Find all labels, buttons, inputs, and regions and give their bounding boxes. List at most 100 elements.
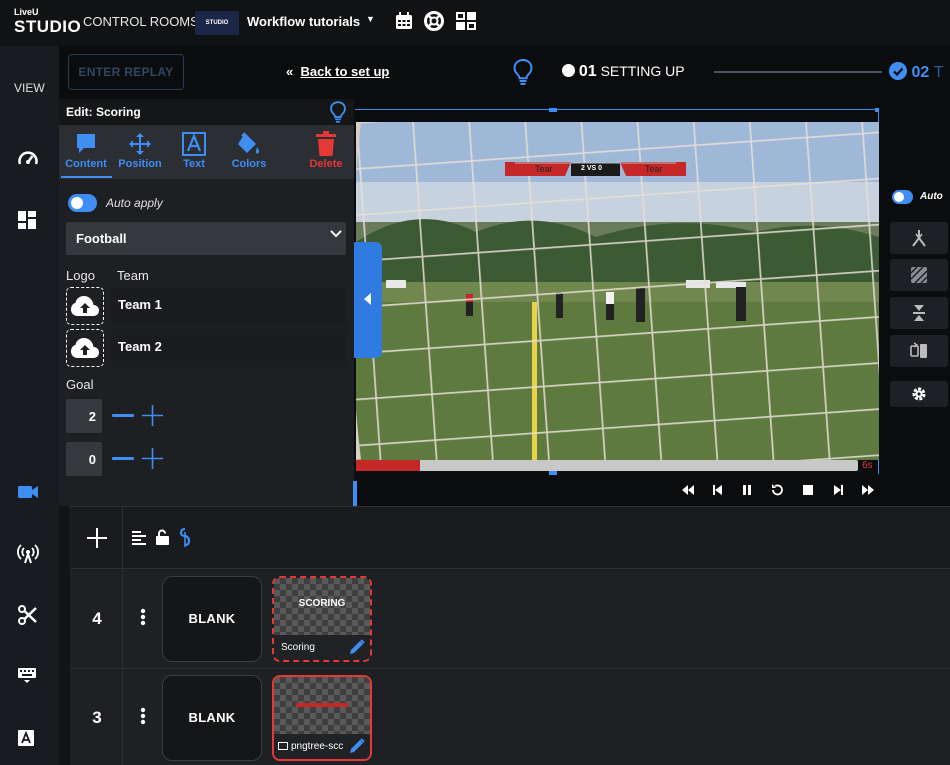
link-icon[interactable] [179,527,191,553]
keyboard-icon[interactable] [17,667,41,691]
team-label: Team [117,268,149,283]
image-graphic-card[interactable]: pngtree-scc [272,675,372,761]
step1-number: 01 [578,63,597,80]
pencil-icon[interactable] [348,638,366,660]
playback-progress-fill [356,460,420,471]
delete-label: Delete [309,158,343,170]
skip-to-end-icon[interactable] [861,483,875,497]
stop-icon[interactable] [801,483,815,497]
row-menu-icon[interactable] [140,707,146,730]
lightbulb-icon[interactable] [512,58,534,91]
next-icon[interactable] [831,483,845,497]
pause-icon[interactable] [740,483,754,497]
speech-bubble-icon [58,130,114,158]
upload-logo-1[interactable] [66,287,104,325]
replay-icon[interactable] [770,483,784,497]
playback-time: 6s [862,460,873,471]
add-layer-button[interactable] [87,528,107,553]
tab-position[interactable]: Position [112,130,168,170]
auto-apply-toggle[interactable] [68,194,97,212]
increment-goal-2-button[interactable] [142,448,163,474]
collapse-vertical-button[interactable] [890,297,948,329]
row-menu-icon[interactable] [140,608,146,631]
sport-select[interactable]: Football [66,222,346,255]
back-to-setup-link[interactable]: « Back to set up [286,64,389,79]
paint-bucket-icon [221,130,277,158]
step1-label: SETTING UP [600,63,685,79]
liveu-studio-logo[interactable]: LiveU STUDIO [14,8,81,38]
goal-label: Goal [66,377,94,392]
enter-replay-button[interactable]: ENTER REPLAY [68,54,184,90]
gear-icon [912,387,926,401]
unlock-icon[interactable] [155,529,170,551]
score-center: 2 VS 0 [581,165,603,172]
dashboard-icon[interactable] [17,210,41,234]
step-setting-up[interactable]: 01 SETTING UP [562,63,685,81]
calendar-icon[interactable] [394,11,418,35]
merge-icon [912,230,926,247]
pencil-icon[interactable] [348,737,366,759]
tab-text[interactable]: Text [166,130,222,170]
speedometer-icon[interactable] [17,148,41,172]
text-icon[interactable] [17,729,41,753]
tab-colors[interactable]: Colors [221,130,277,170]
row-divider [71,668,950,669]
increment-goal-1-button[interactable] [142,405,163,431]
tab-content-label: Content [65,158,107,170]
delete-button[interactable]: Delete [298,130,354,170]
antenna-icon[interactable] [17,543,41,567]
frame-handle[interactable] [875,108,879,112]
decrement-goal-2-button[interactable] [112,457,134,460]
upload-cloud-icon [71,338,99,358]
goal-1-value[interactable]: 2 [66,399,102,433]
goal-2-value[interactable]: 0 [66,442,102,476]
workspace-name[interactable]: Workflow tutorials [247,14,360,29]
blank-slot[interactable]: BLANK [162,576,262,662]
timeline-divider [122,507,123,765]
row-number: 4 [92,609,102,628]
control-rooms-link[interactable]: CONTROL ROOMS [83,14,199,29]
scoreboard-overlay[interactable]: Tear 2 VS 0 Tear [505,162,686,176]
move-arrows-icon [112,130,168,158]
active-tab-indicator [61,176,112,178]
timeline-header [71,507,950,569]
auto-toggle[interactable] [892,190,913,204]
check-circle-icon [889,62,907,80]
tab-content[interactable]: Content [58,130,114,170]
back-to-setup-label: Back to set up [300,64,390,79]
view-label: VIEW [14,81,45,95]
tab-text-label: Text [183,158,205,170]
skip-to-start-icon[interactable] [681,483,695,497]
auto-apply-label: Auto apply [106,196,163,210]
align-left-icon[interactable] [131,530,147,551]
workspace-thumbnail[interactable]: STUDIO [195,11,239,35]
frame-handle[interactable] [549,471,557,475]
scorebar-thumbnail [296,703,348,707]
settings-button[interactable] [890,381,948,407]
frame-handle[interactable] [549,108,557,112]
tab-position-label: Position [118,158,162,170]
step-2[interactable]: 02 T [889,62,943,82]
previous-icon[interactable] [711,483,725,497]
playback-progress-bar[interactable] [356,460,858,471]
team-1-field[interactable]: Team 1 [111,287,347,325]
layout-grid-icon[interactable] [455,11,479,35]
scissors-icon[interactable] [17,604,41,628]
camera-icon[interactable] [17,482,41,506]
card-label: pngtree-scc [291,741,344,752]
team-2-field[interactable]: Team 2 [111,329,347,367]
card-title: SCORING [298,598,346,609]
help-lifebuoy-icon[interactable] [424,11,448,35]
chevron-down-icon[interactable] [330,229,342,241]
pattern-icon [910,266,928,284]
merge-button[interactable] [890,222,948,254]
pattern-button[interactable] [890,259,948,291]
decrement-goal-1-button[interactable] [112,414,134,417]
upload-logo-2[interactable] [66,329,104,367]
collapse-panel-button[interactable] [354,242,382,358]
scoring-graphic-card[interactable]: SCORING Scoring [272,576,372,662]
swap-button[interactable] [890,335,948,367]
score-team-right: Tear [645,164,663,174]
chevron-down-icon[interactable]: ▼ [366,14,375,24]
blank-slot[interactable]: BLANK [162,675,262,761]
